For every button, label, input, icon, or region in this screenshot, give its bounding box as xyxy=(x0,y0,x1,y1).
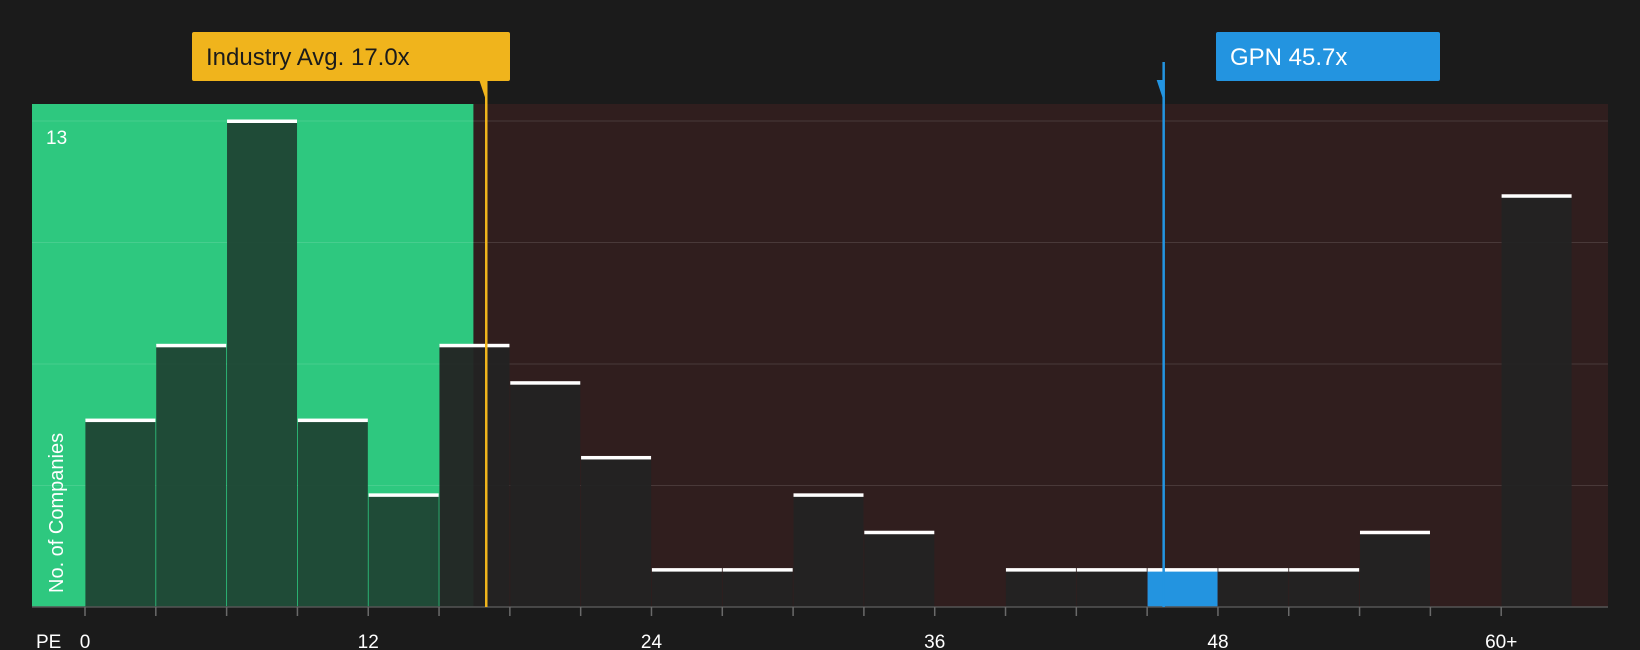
x-tick-label: 60+ xyxy=(1485,632,1517,650)
bar-cap xyxy=(1147,568,1218,572)
histogram-bar xyxy=(864,532,935,607)
histogram-bar xyxy=(1076,569,1147,607)
histogram-bar xyxy=(156,345,227,607)
bar-cap xyxy=(1289,568,1360,572)
bar-cap xyxy=(581,455,652,460)
bar-cap xyxy=(510,381,581,385)
bar-cap xyxy=(864,530,935,535)
bar-cap xyxy=(1218,568,1289,572)
industry-average-label: Industry Avg. 17.0x xyxy=(206,44,410,71)
bar-cap xyxy=(651,568,722,572)
histogram-bar xyxy=(297,420,368,607)
histogram-bar xyxy=(227,121,298,607)
x-tick-label: 48 xyxy=(1207,632,1228,650)
bar-cap xyxy=(1005,568,1076,572)
histogram-bar xyxy=(368,494,439,607)
bar-cap xyxy=(227,119,298,123)
histogram-bar xyxy=(1218,569,1289,607)
histogram-bar xyxy=(85,420,156,607)
histogram-bar xyxy=(1005,569,1076,607)
x-tick-label: 12 xyxy=(358,632,379,650)
bar-cap xyxy=(1076,568,1147,572)
x-tick-label: 0 xyxy=(80,632,91,650)
histogram-bar xyxy=(1147,569,1218,607)
x-tick-label: 24 xyxy=(641,632,663,650)
bar-cap xyxy=(1501,194,1572,198)
histogram-bar xyxy=(793,494,864,607)
pe-distribution-chart: 0 12 24 36 48 60+ Industry Avg. 17.0x GPN 45.7… xyxy=(0,0,1640,650)
bar-cap xyxy=(368,493,439,497)
company-pe-label: GPN 45.7x xyxy=(1230,44,1347,71)
histogram-bar xyxy=(722,569,793,607)
bar-cap xyxy=(439,343,510,348)
histogram-bar xyxy=(651,569,722,607)
y-axis-label: No. of Companies xyxy=(46,433,68,593)
bar-cap xyxy=(297,418,368,423)
histogram-bar xyxy=(1289,569,1360,607)
histogram-bar xyxy=(581,457,652,607)
bar-cap xyxy=(1359,530,1430,535)
bar-cap xyxy=(722,568,793,572)
histogram-bar xyxy=(1359,532,1430,607)
y-axis-max-label: 13 xyxy=(46,128,67,149)
bar-cap xyxy=(793,493,864,497)
histogram-bar xyxy=(510,382,581,607)
histogram-bar xyxy=(1501,195,1572,607)
bar-cap xyxy=(85,418,156,423)
x-tick-label: 36 xyxy=(924,632,945,650)
histogram-bar xyxy=(439,345,510,607)
bar-cap xyxy=(156,343,227,348)
x-axis-label: PE xyxy=(36,632,61,650)
